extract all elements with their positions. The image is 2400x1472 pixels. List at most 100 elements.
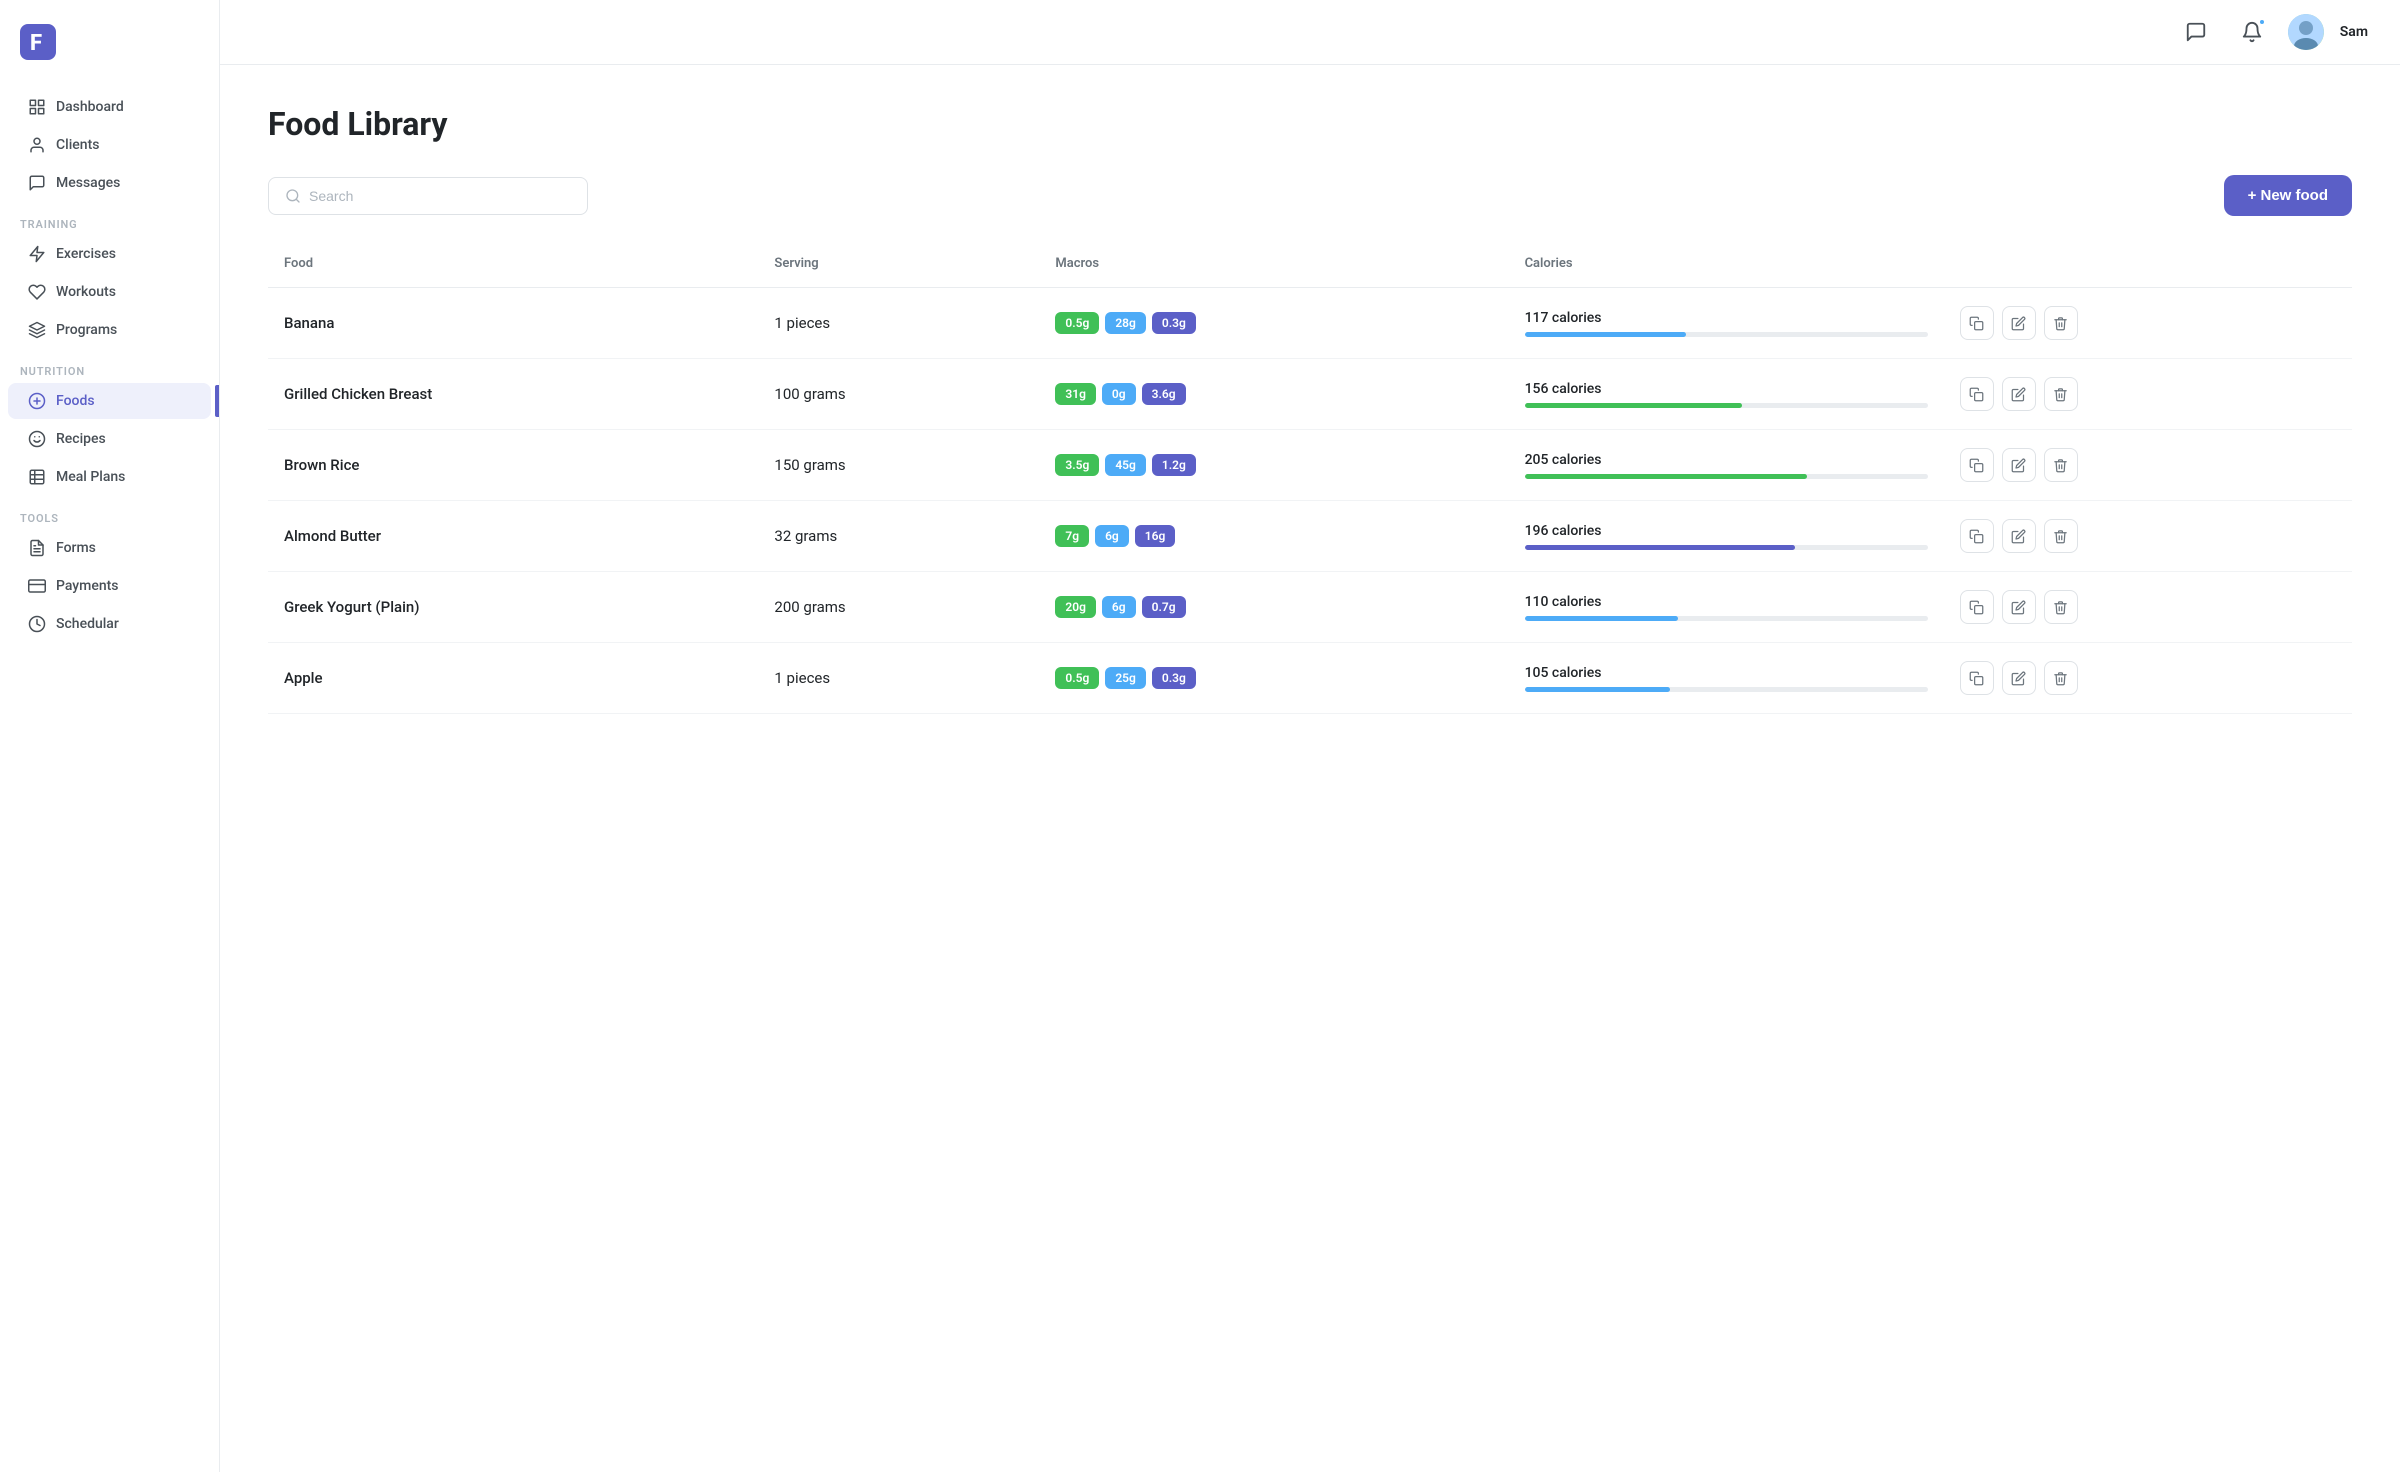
calories-bar-fill [1525,332,1686,337]
edit-button[interactable] [2002,661,2036,695]
sidebar-item-recipes[interactable]: Recipes [8,421,211,457]
table-row: Greek Yogurt (Plain) 200 grams 20g 6g 0.… [268,572,2352,643]
trash-icon [2053,458,2068,473]
calories-bar-fill [1525,474,1807,479]
chat-button[interactable] [2176,12,2216,52]
copy-button[interactable] [1960,377,1994,411]
edit-button[interactable] [2002,306,2036,340]
sidebar-item-payments[interactable]: Payments [8,568,211,604]
notification-dot [2258,18,2266,26]
copy-icon [1969,529,1984,544]
copy-button[interactable] [1960,661,1994,695]
food-name: Greek Yogurt (Plain) [268,572,758,643]
food-actions [1944,501,2352,572]
calories-bar-bg [1525,403,1928,408]
edit-icon [2011,458,2026,473]
food-table-body: Banana 1 pieces 0.5g 28g 0.3g 117 calori… [268,288,2352,714]
macro-protein: 31g [1055,383,1096,405]
food-calories: 156 calories [1509,359,1944,430]
delete-button[interactable] [2044,377,2078,411]
sidebar-item-forms[interactable]: Forms [8,530,211,566]
notifications-button[interactable] [2232,12,2272,52]
sidebar-item-meal-plans[interactable]: Meal Plans [8,459,211,495]
calories-text: 205 calories [1525,452,1928,468]
copy-button[interactable] [1960,306,1994,340]
col-macros: Macros [1039,248,1508,288]
edit-button[interactable] [2002,448,2036,482]
copy-button[interactable] [1960,448,1994,482]
trash-icon [2053,387,2068,402]
food-serving: 32 grams [758,501,1039,572]
sidebar-item-messages[interactable]: Messages [8,165,211,201]
food-calories: 117 calories [1509,288,1944,359]
macro-protein: 7g [1055,525,1089,547]
recipes-icon [28,430,46,448]
food-actions [1944,643,2352,714]
new-food-button[interactable]: + New food [2224,175,2352,216]
delete-button[interactable] [2044,590,2078,624]
food-actions [1944,430,2352,501]
sidebar-item-foods[interactable]: Foods [8,383,211,419]
sidebar-item-label: Exercises [56,246,116,262]
macro-protein: 3.5g [1055,454,1099,476]
food-name: Almond Butter [268,501,758,572]
sidebar-item-label: Messages [56,175,120,191]
logo[interactable]: F [0,16,219,88]
copy-button[interactable] [1960,519,1994,553]
edit-button[interactable] [2002,519,2036,553]
sidebar-item-label: Clients [56,137,99,153]
calories-text: 110 calories [1525,594,1928,610]
copy-button[interactable] [1960,590,1994,624]
search-input[interactable] [309,188,571,204]
trash-icon [2053,529,2068,544]
food-actions [1944,572,2352,643]
search-box[interactable] [268,177,588,215]
sidebar-item-label: Programs [56,322,117,338]
edit-button[interactable] [2002,377,2036,411]
macro-carbs: 6g [1095,525,1129,547]
trash-icon [2053,316,2068,331]
trash-icon [2053,600,2068,615]
delete-button[interactable] [2044,519,2078,553]
food-name: Grilled Chicken Breast [268,359,758,430]
sidebar-item-workouts[interactable]: Workouts [8,274,211,310]
food-macros: 0.5g 25g 0.3g [1039,643,1508,714]
sidebar-item-schedular[interactable]: Schedular [8,606,211,642]
calories-bar-bg [1525,545,1928,550]
delete-button[interactable] [2044,661,2078,695]
sidebar-item-exercises[interactable]: Exercises [8,236,211,272]
table-row: Almond Butter 32 grams 7g 6g 16g 196 cal… [268,501,2352,572]
header: Sam [220,0,2400,65]
copy-icon [1969,458,1984,473]
calories-bar-fill [1525,616,1678,621]
delete-button[interactable] [2044,306,2078,340]
macro-fat: 3.6g [1142,383,1186,405]
edit-button[interactable] [2002,590,2036,624]
calories-bar-fill [1525,403,1743,408]
table-row: Apple 1 pieces 0.5g 25g 0.3g 105 calorie… [268,643,2352,714]
food-serving: 150 grams [758,430,1039,501]
delete-button[interactable] [2044,448,2078,482]
food-table: Food Serving Macros Calories Banana 1 pi… [268,248,2352,714]
copy-icon [1969,600,1984,615]
sidebar-item-label: Recipes [56,431,106,447]
workouts-icon [28,283,46,301]
macro-protein: 0.5g [1055,667,1099,689]
toolbar: + New food [268,175,2352,216]
food-macros: 20g 6g 0.7g [1039,572,1508,643]
sidebar-item-label: Payments [56,578,119,594]
col-food: Food [268,248,758,288]
food-name: Apple [268,643,758,714]
programs-icon [28,321,46,339]
food-name: Brown Rice [268,430,758,501]
sidebar-item-dashboard[interactable]: Dashboard [8,89,211,125]
training-section-label: Training [0,210,219,235]
avatar[interactable] [2288,14,2324,50]
meal-plans-icon [28,468,46,486]
sidebar-item-clients[interactable]: Clients [8,127,211,163]
food-calories: 105 calories [1509,643,1944,714]
macro-fat: 16g [1135,525,1176,547]
sidebar-item-programs[interactable]: Programs [8,312,211,348]
col-actions [1944,248,2352,288]
payments-icon [28,577,46,595]
